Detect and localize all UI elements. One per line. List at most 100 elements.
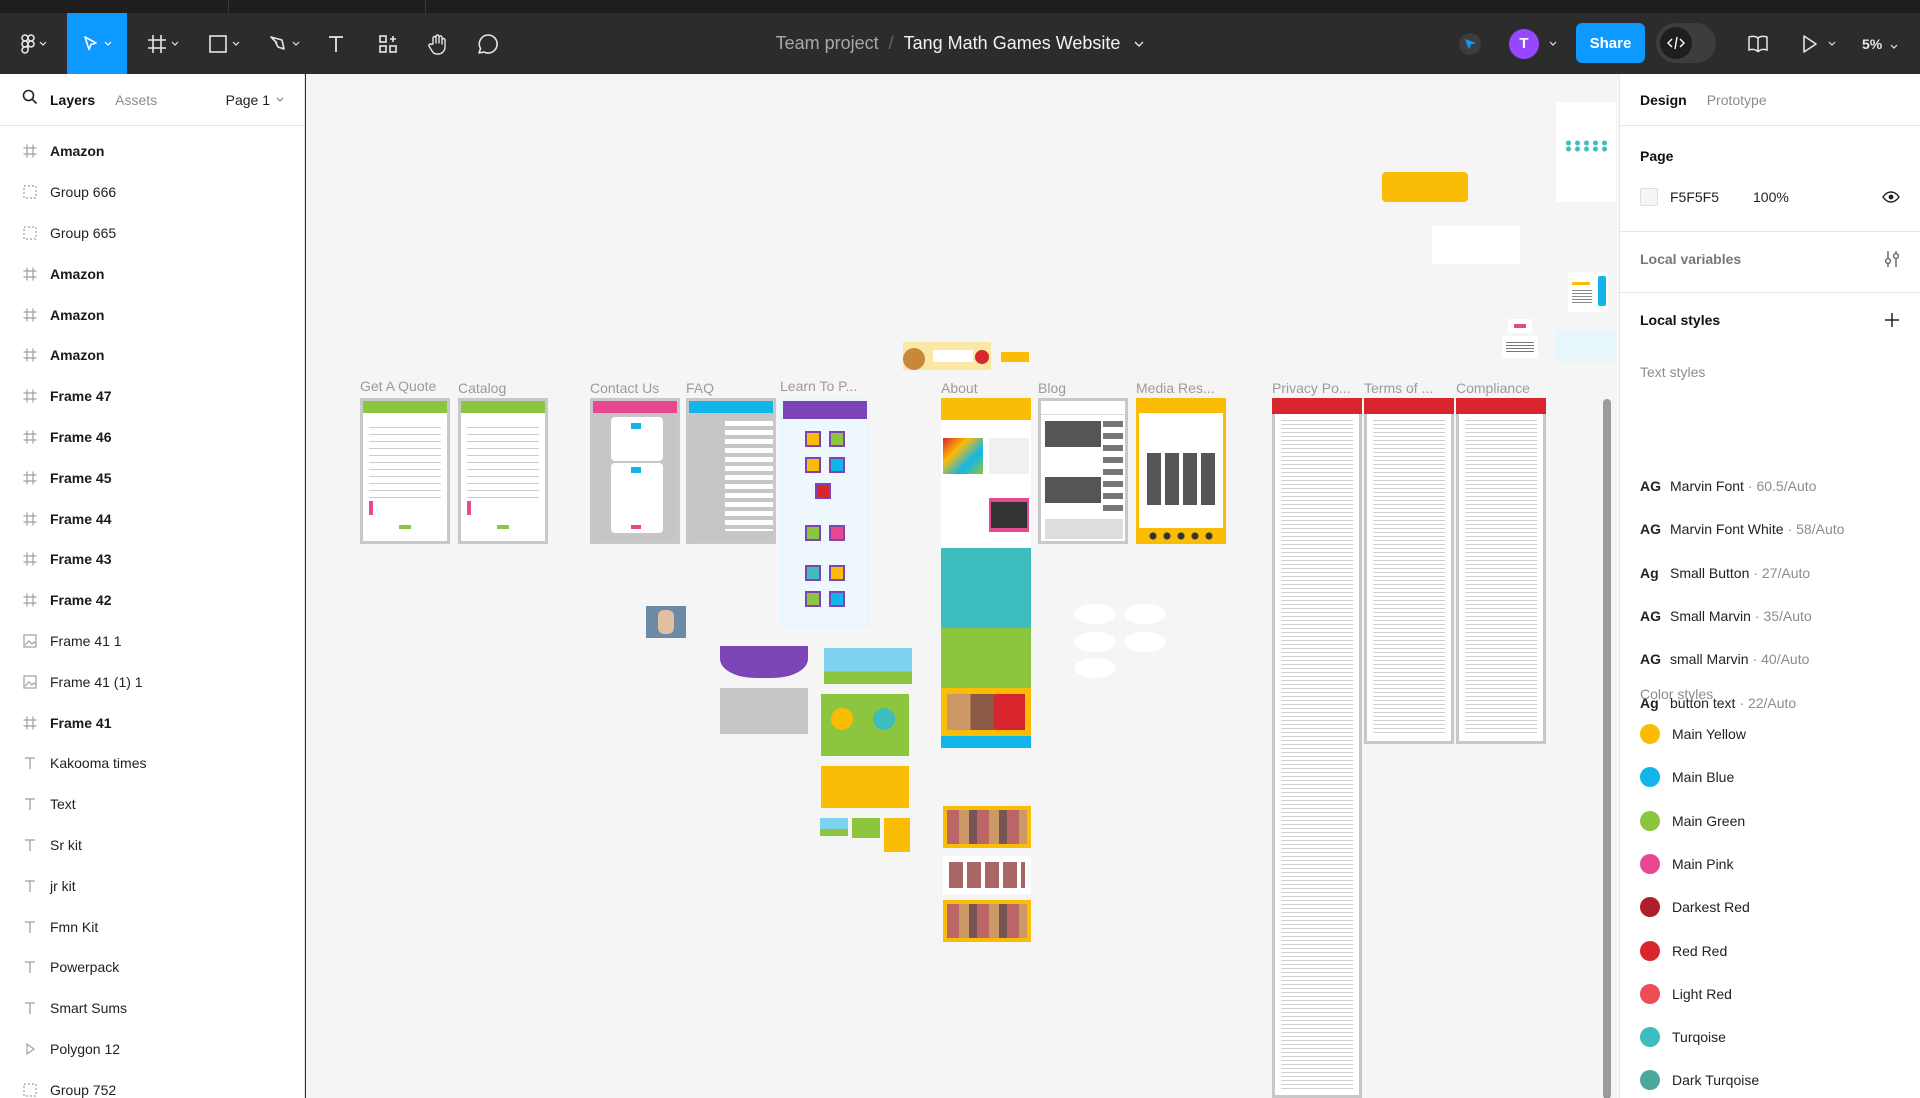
speech-bubble-thumb[interactable]: [1124, 632, 1166, 652]
frame-label-catalog[interactable]: Catalog: [458, 380, 506, 396]
present-cursor-button[interactable]: [1450, 13, 1490, 74]
color-style-item[interactable]: Main Pink: [1640, 853, 1900, 874]
layer-row[interactable]: Group 666: [0, 172, 304, 213]
small-thumb[interactable]: [1556, 330, 1616, 362]
scene-thumb[interactable]: [821, 694, 909, 756]
local-variables-row[interactable]: Local variables: [1640, 250, 1900, 268]
text-style-item[interactable]: AG small Marvin · 40/Auto: [1640, 651, 1900, 667]
frame-label-blog[interactable]: Blog: [1038, 380, 1066, 396]
collage-thumb[interactable]: [943, 900, 1031, 942]
layer-row[interactable]: Group 665: [0, 213, 304, 254]
layer-row[interactable]: Amazon: [0, 253, 304, 294]
scene-thumb[interactable]: [852, 818, 880, 838]
frame-thumbnail[interactable]: [1556, 102, 1616, 202]
purple-banner-thumb[interactable]: [720, 646, 808, 678]
color-style-item[interactable]: Main Yellow: [1640, 724, 1900, 744]
frame-label-contact[interactable]: Contact Us: [590, 380, 659, 396]
tab-design[interactable]: Design: [1640, 92, 1687, 108]
frame-label-quote[interactable]: Get A Quote: [360, 378, 436, 394]
zoom-control[interactable]: 5%: [1862, 13, 1898, 74]
layer-row[interactable]: Frame 41 1: [0, 621, 304, 662]
banner-thumb[interactable]: [1001, 352, 1029, 362]
photo-thumbnail[interactable]: [646, 606, 686, 638]
page-color-hex[interactable]: F5F5F5: [1670, 189, 1719, 205]
breadcrumb-team[interactable]: Team project: [776, 33, 879, 54]
frame-contact-us[interactable]: [590, 398, 680, 544]
layer-row[interactable]: Frame 45: [0, 457, 304, 498]
chevron-down-icon[interactable]: [1134, 41, 1144, 47]
tab-prototype[interactable]: Prototype: [1707, 92, 1767, 108]
speech-bubble-thumb[interactable]: [1074, 604, 1116, 624]
layer-row[interactable]: Frame 44: [0, 498, 304, 539]
frame-tool-button[interactable]: [140, 13, 186, 74]
scene-thumb[interactable]: [820, 818, 848, 836]
design-canvas[interactable]: Get A Quote Catalog Contact Us FAQ Learn…: [306, 74, 1619, 1098]
layer-row[interactable]: Frame 43: [0, 539, 304, 580]
text-style-item[interactable]: AG Marvin Font White · 58/Auto: [1640, 521, 1900, 537]
text-style-item[interactable]: AG Small Marvin · 35/Auto: [1640, 608, 1900, 624]
hand-tool-button[interactable]: [424, 13, 452, 74]
layer-row[interactable]: Frame 42: [0, 580, 304, 621]
eye-icon[interactable]: [1882, 191, 1900, 203]
app-promo-thumb[interactable]: [1568, 272, 1608, 312]
color-style-item[interactable]: Main Blue: [1640, 767, 1900, 788]
page-selector[interactable]: Page 1: [226, 92, 284, 108]
layer-row[interactable]: Frame 41: [0, 702, 304, 743]
color-style-item[interactable]: Turqoise: [1640, 1027, 1900, 1048]
grey-panel-thumb[interactable]: [720, 688, 808, 734]
collage-thumb[interactable]: [943, 856, 1031, 894]
scene-thumb[interactable]: [884, 818, 910, 852]
frame-catalog[interactable]: [458, 398, 548, 544]
layer-row[interactable]: Text: [0, 784, 304, 825]
layer-row[interactable]: Kakooma times: [0, 743, 304, 784]
frame-terms-of-use[interactable]: [1364, 398, 1454, 744]
resources-tool-button[interactable]: [374, 13, 402, 74]
layer-row[interactable]: Powerpack: [0, 947, 304, 988]
frame-compliance[interactable]: [1456, 398, 1546, 744]
frame-privacy-policy[interactable]: [1272, 398, 1362, 1098]
layer-row[interactable]: Fmn Kit: [0, 906, 304, 947]
frame-label-learn[interactable]: Learn To P...: [780, 378, 857, 394]
layer-row[interactable]: Polygon 12: [0, 1029, 304, 1070]
add-style-icon[interactable]: [1884, 312, 1900, 328]
text-style-item[interactable]: Ag Small Button · 27/Auto: [1640, 565, 1900, 581]
frame-about[interactable]: [941, 398, 1031, 748]
speech-bubble-thumb[interactable]: [1074, 632, 1116, 652]
pen-tool-button[interactable]: [262, 13, 306, 74]
frame-label-compliance[interactable]: Compliance: [1456, 380, 1530, 396]
frame-label-about[interactable]: About: [941, 380, 978, 396]
frame-label-media[interactable]: Media Res...: [1136, 380, 1215, 396]
frame-learn-to-play[interactable]: [780, 398, 870, 628]
frame-faq[interactable]: [686, 398, 776, 544]
present-button[interactable]: [1796, 13, 1842, 74]
layer-row[interactable]: jr kit: [0, 865, 304, 906]
tab-layers[interactable]: Layers: [50, 92, 95, 108]
layer-row[interactable]: Sr kit: [0, 825, 304, 866]
banner-thumb[interactable]: [903, 342, 991, 370]
layer-row[interactable]: Frame 41 (1) 1: [0, 661, 304, 702]
text-tool-button[interactable]: [322, 13, 350, 74]
page-color-swatch[interactable]: [1640, 188, 1658, 206]
main-menu-button[interactable]: [14, 13, 54, 74]
library-button[interactable]: [1742, 13, 1774, 74]
scene-thumb[interactable]: [824, 648, 912, 684]
user-avatar-button[interactable]: T: [1504, 13, 1562, 74]
move-tool-button[interactable]: [67, 13, 127, 74]
shape-tool-button[interactable]: [202, 13, 246, 74]
speech-bubble-thumb[interactable]: [1074, 658, 1116, 678]
comment-tool-button[interactable]: [474, 13, 502, 74]
file-name[interactable]: Tang Math Games Website: [904, 33, 1121, 54]
layer-row[interactable]: Group 752: [0, 1069, 304, 1098]
page-background-row[interactable]: F5F5F5 100%: [1640, 188, 1900, 206]
speech-bubble-thumb[interactable]: [1124, 604, 1166, 624]
color-style-item[interactable]: Light Red: [1640, 983, 1900, 1004]
page-opacity[interactable]: 100%: [1753, 189, 1789, 205]
color-style-item[interactable]: Dark Turqoise: [1640, 1070, 1900, 1091]
variables-settings-icon[interactable]: [1884, 250, 1900, 268]
layer-row[interactable]: Amazon: [0, 294, 304, 335]
layer-row[interactable]: Amazon: [0, 131, 304, 172]
frame-label-terms[interactable]: Terms of ...: [1364, 380, 1433, 396]
frame-label-faq[interactable]: FAQ: [686, 380, 714, 396]
layer-row[interactable]: Smart Sums: [0, 988, 304, 1029]
frame-blog[interactable]: [1038, 398, 1128, 544]
